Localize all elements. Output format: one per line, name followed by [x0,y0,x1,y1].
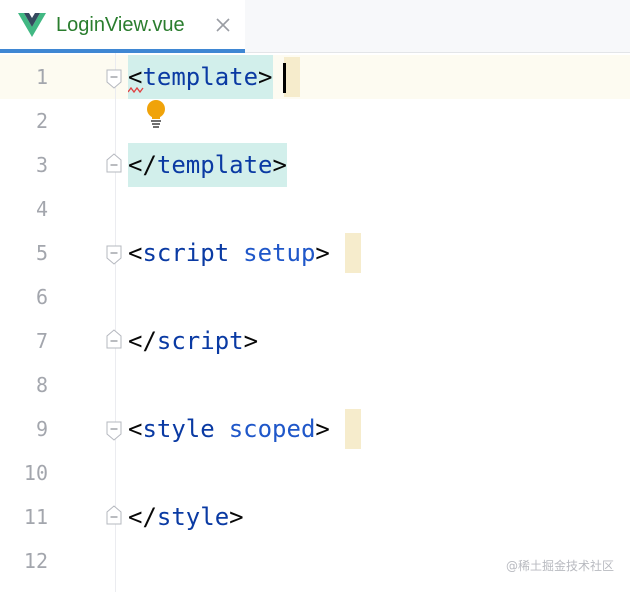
code-editor[interactable]: 1 2 3 4 5 6 7 8 9 10 11 12 <template> [0,53,630,592]
tag-open-bracket: < [128,415,143,443]
tag-close-bracket: > [315,239,330,267]
bracket-match-marker [284,57,300,97]
lightbulb-icon[interactable] [145,99,167,129]
tag-close-bracket: > [229,503,244,531]
fold-start-icon[interactable] [105,69,123,89]
attribute-name: scoped [228,415,316,443]
fold-end-icon[interactable] [105,153,123,173]
line-number: 11 [23,505,48,529]
fold-start-icon[interactable] [105,421,123,441]
tag-close-bracket: > [258,63,273,91]
line-number: 4 [35,197,48,221]
line-number: 8 [35,373,48,397]
bracket-match-marker [345,233,361,273]
code-line-11[interactable]: </style > [128,495,244,539]
fold-start-icon[interactable] [105,245,123,265]
error-squiggle [128,86,144,94]
tag-name: style [156,503,230,531]
gutter: 1 2 3 4 5 6 7 8 9 10 11 12 [0,53,116,592]
line-number: 10 [23,461,48,485]
attribute-name: setup [243,239,316,267]
tag-close-bracket: > [243,327,259,355]
editor-tab-bar: LoginView.vue [0,0,630,53]
tag-name: template [142,63,259,91]
line-number: 6 [35,285,48,309]
text-caret [283,63,286,93]
tag-open-bracket: </ [128,327,157,355]
code-line-5[interactable]: < script setup > [128,231,330,275]
fold-end-icon[interactable] [105,505,123,525]
tag-name: style [142,415,215,443]
line-number: 7 [35,329,48,353]
tab-label: LoginView.vue [56,14,185,36]
fold-end-icon[interactable] [105,329,123,349]
tag-open-bracket: </ [128,503,157,531]
tag-close-bracket: > [315,415,330,443]
code-line-3[interactable]: </template > [128,143,287,187]
code-line-1[interactable]: < template > [128,55,273,99]
line-number: 9 [35,417,48,441]
tag-name: template [156,151,273,179]
line-number: 12 [23,549,48,573]
code-line-7[interactable]: </script > [128,319,258,363]
line-number: 1 [35,65,48,89]
line-number: 2 [35,109,48,133]
tag-name: script [142,239,230,267]
line-number: 5 [35,241,48,265]
tag-open-bracket: </ [128,151,157,179]
tag-name: script [156,327,244,355]
bracket-match-marker [345,409,361,449]
tab-loginview-vue[interactable]: LoginView.vue [0,0,245,53]
tag-open-bracket: < [128,239,143,267]
watermark: @稀土掘金技术社区 [505,559,614,573]
code-line-9[interactable]: < style scoped > [128,407,330,451]
vue-logo-icon [18,13,46,37]
line-number: 3 [35,153,48,177]
tag-close-bracket: > [272,151,287,179]
close-icon[interactable] [214,16,232,34]
